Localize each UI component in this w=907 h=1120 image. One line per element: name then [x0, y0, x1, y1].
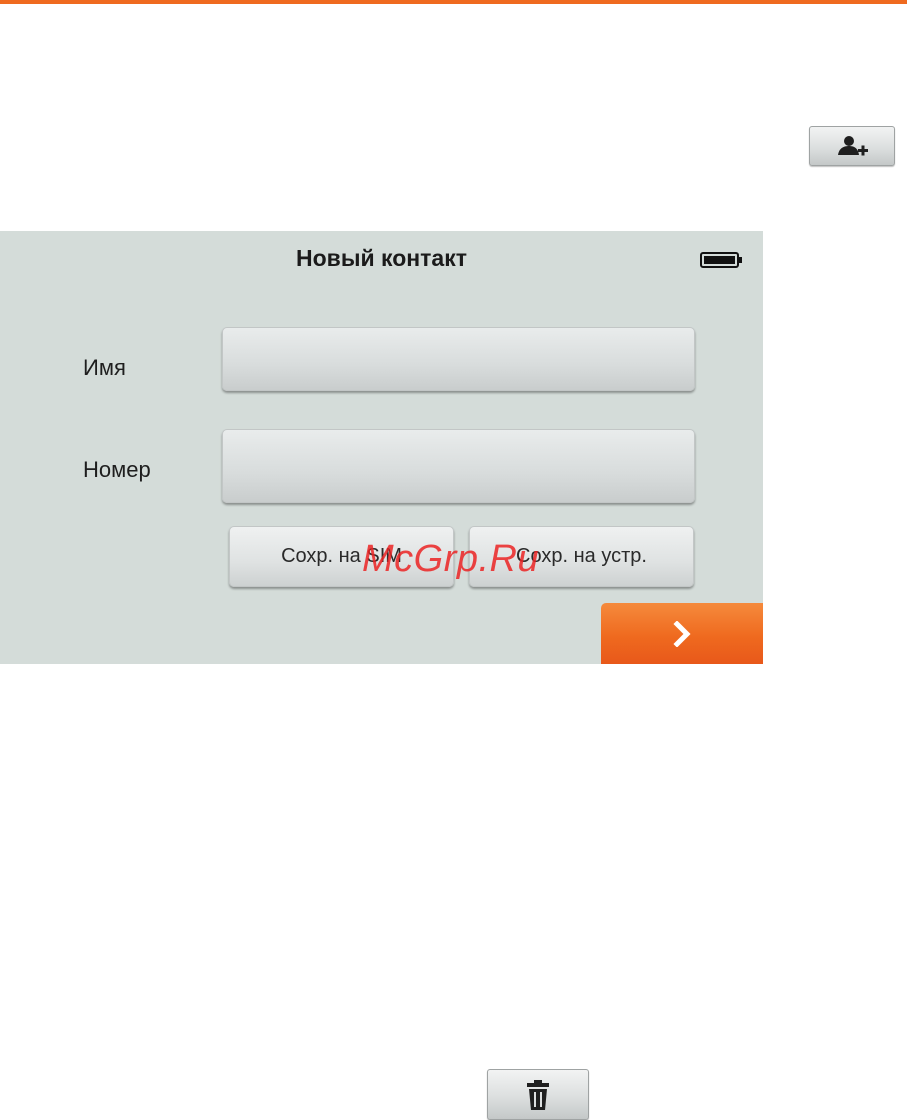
- top-accent-rule: [0, 0, 907, 4]
- save-to-sim-label: Сохр. на SIM: [281, 545, 402, 567]
- save-to-device-button[interactable]: Сохр. на устр.: [469, 526, 694, 587]
- screen-title: Новый контакт: [296, 245, 467, 271]
- save-to-device-label: Сохр. на устр.: [516, 545, 647, 567]
- add-contact-icon: [838, 136, 868, 156]
- battery-full-icon: [700, 252, 742, 268]
- save-to-sim-button[interactable]: Сохр. на SIM: [229, 526, 454, 587]
- chevron-right-icon: [673, 620, 691, 647]
- number-input[interactable]: [222, 429, 695, 503]
- number-label: Номер: [83, 457, 151, 482]
- trash-icon: [527, 1079, 549, 1110]
- name-input[interactable]: [222, 327, 695, 391]
- add-contact-button[interactable]: [809, 126, 895, 166]
- delete-button[interactable]: [487, 1069, 589, 1120]
- new-contact-screen: Новый контакт Имя Номер Сохр. на SIM Сох…: [0, 231, 763, 664]
- name-label: Имя: [83, 355, 126, 380]
- next-button[interactable]: [601, 603, 763, 664]
